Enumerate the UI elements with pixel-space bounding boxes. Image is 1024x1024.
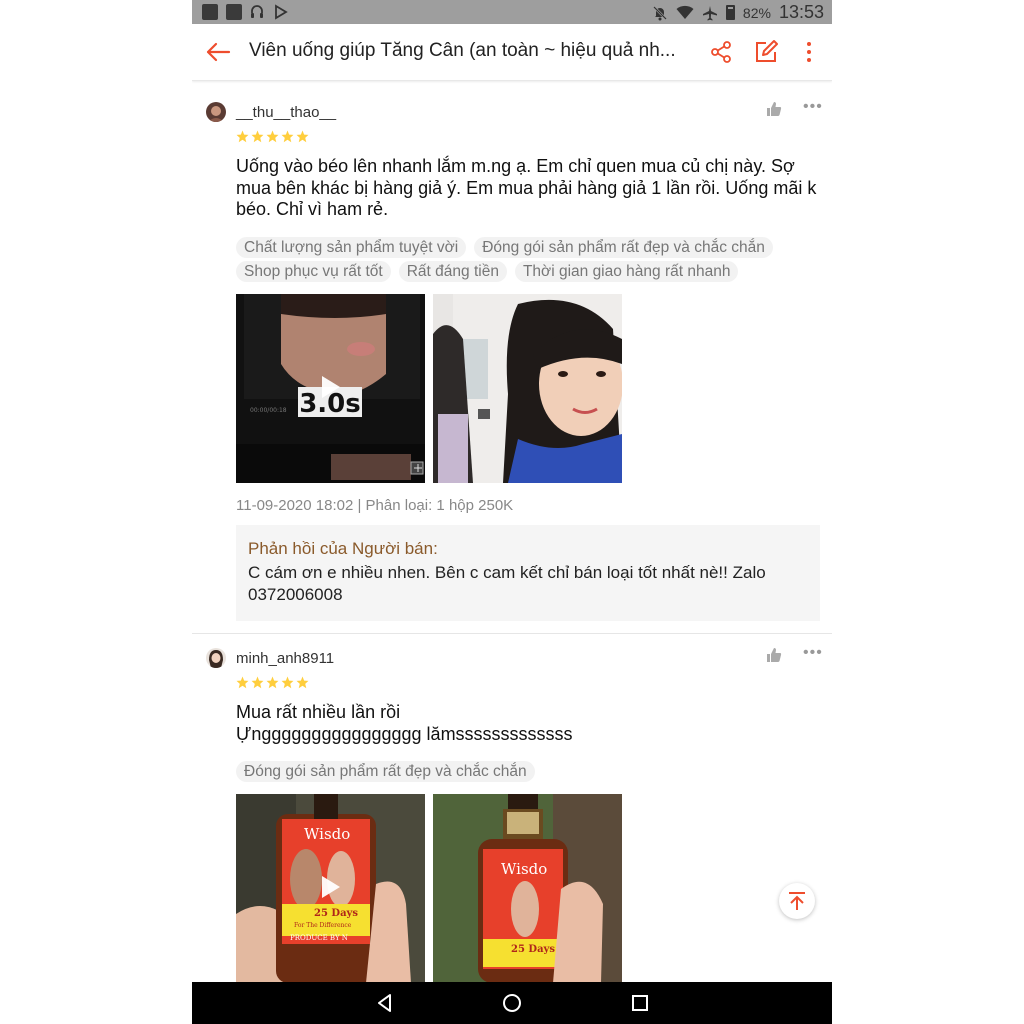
battery-percent: 82%	[742, 4, 771, 21]
svg-text:00:00/00:18: 00:00/00:18	[250, 407, 287, 414]
bottle-produce: PRODUCE BY N	[290, 934, 348, 942]
rating-stars	[236, 676, 309, 689]
star-icon	[296, 130, 309, 143]
review-tags: Đóng gói sản phẩm rất đẹp và chắc chắn	[236, 761, 826, 782]
review-text-line: Mua rất nhiều lần rồi	[236, 702, 401, 722]
review-photo[interactable]: Wisdo 25 Days	[433, 794, 622, 982]
review-item: minh_anh8911 ••• Mua rất nhiều lần rồi Ự…	[192, 634, 832, 982]
review-tag: Chất lượng sản phẩm tuyệt vời	[236, 237, 467, 258]
review-text-line: Ựngggggggggggggggg lămsssssssssssss	[236, 723, 573, 744]
scroll-to-top-button[interactable]	[779, 883, 815, 919]
review-item: __thu__thao__ ••• Uống vào béo lên nhanh…	[192, 88, 832, 633]
review-text: Uống vào béo lên nhanh lắm m.ng ạ. Em ch…	[236, 156, 817, 219]
star-icon	[251, 676, 264, 689]
star-icon	[266, 130, 279, 143]
star-icon	[236, 676, 249, 689]
more-vertical-icon[interactable]	[796, 39, 822, 65]
share-icon[interactable]	[708, 39, 734, 65]
star-icon	[296, 676, 309, 689]
star-icon	[266, 676, 279, 689]
review-video-thumbnail[interactable]: Wisdo 25 Days For The Difference PRODUCE…	[236, 794, 425, 982]
status-bar: 82% 13:53	[192, 0, 832, 24]
wifi-icon	[676, 5, 694, 19]
review-tag: Đóng gói sản phẩm rất đẹp và chắc chắn	[236, 761, 535, 782]
phone-screen: 82% 13:53 Viên uống giúp Tăng Cân (an to…	[192, 0, 832, 1024]
nav-recents-icon[interactable]	[629, 992, 651, 1014]
nav-back-icon[interactable]	[374, 992, 396, 1014]
review-text: Mua rất nhiều lần rồi Ựngggggggggggggggg…	[236, 702, 821, 745]
bottle-brand: Wisdo	[501, 860, 547, 878]
play-store-icon	[275, 4, 288, 20]
bottle-days: 25 Days	[314, 908, 358, 919]
clock: 13:53	[778, 2, 824, 22]
reviewer-username[interactable]: __thu__thao__	[236, 104, 336, 121]
top-app-bar: Viên uống giúp Tăng Cân (an toàn ~ hiệu …	[192, 24, 832, 81]
rating-stars	[236, 130, 309, 143]
arrow-up-icon	[789, 892, 805, 910]
review-tags: Chất lượng sản phẩm tuyệt vời Đóng gói s…	[236, 237, 826, 282]
review-tag: Rất đáng tiền	[398, 261, 507, 282]
seller-reply-text: C cám ơn e nhiều nhen. Bên c cam kết chỉ…	[248, 563, 766, 604]
bottle-subtitle: For The Difference	[294, 922, 352, 929]
app-square-icon	[202, 4, 218, 20]
star-icon	[281, 676, 294, 689]
system-nav-bar	[192, 982, 832, 1024]
star-icon	[236, 130, 249, 143]
edit-icon[interactable]	[753, 39, 779, 65]
airplane-icon	[702, 5, 717, 20]
star-icon	[281, 130, 294, 143]
reviewer-username[interactable]: minh_anh8911	[236, 650, 334, 667]
bottle-brand: Wisdo	[304, 825, 350, 843]
review-tag: Đóng gói sản phẩm rất đẹp và chắc chắn	[474, 237, 773, 258]
seller-reply: Phản hồi của Người bán: C cám ơn e nhiều…	[236, 525, 820, 621]
like-icon[interactable]	[766, 647, 782, 663]
more-options-icon[interactable]: •••	[803, 98, 823, 116]
reviews-list[interactable]: __thu__thao__ ••• Uống vào béo lên nhanh…	[192, 88, 832, 982]
headset-icon	[251, 5, 263, 18]
more-options-icon[interactable]: •••	[803, 644, 823, 662]
seller-reply-heading: Phản hồi của Người bán:	[248, 539, 438, 558]
review-photo[interactable]	[433, 294, 622, 483]
bottle-days: 25 Days	[511, 944, 555, 955]
app-square-icon	[226, 4, 242, 20]
bell-off-icon	[653, 5, 667, 20]
review-tag: Shop phục vụ rất tốt	[236, 261, 391, 282]
like-icon[interactable]	[766, 101, 782, 117]
review-meta: 11-09-2020 18:02 | Phân loại: 1 hộp 250K	[236, 497, 514, 514]
review-tag: Thời gian giao hàng rất nhanh	[514, 261, 739, 282]
back-arrow-icon[interactable]	[204, 38, 232, 66]
review-video-thumbnail[interactable]: 00:00/00:18 3.0s	[236, 294, 425, 483]
star-icon	[251, 130, 264, 143]
video-duration: 3.0s	[299, 389, 361, 419]
battery-icon	[725, 5, 735, 20]
avatar[interactable]	[206, 102, 226, 122]
nav-home-icon[interactable]	[501, 992, 523, 1014]
avatar[interactable]	[206, 648, 226, 668]
status-right-group: 82% 13:53	[652, 2, 824, 23]
page-title: Viên uống giúp Tăng Cân (an toàn ~ hiệu …	[249, 40, 676, 61]
